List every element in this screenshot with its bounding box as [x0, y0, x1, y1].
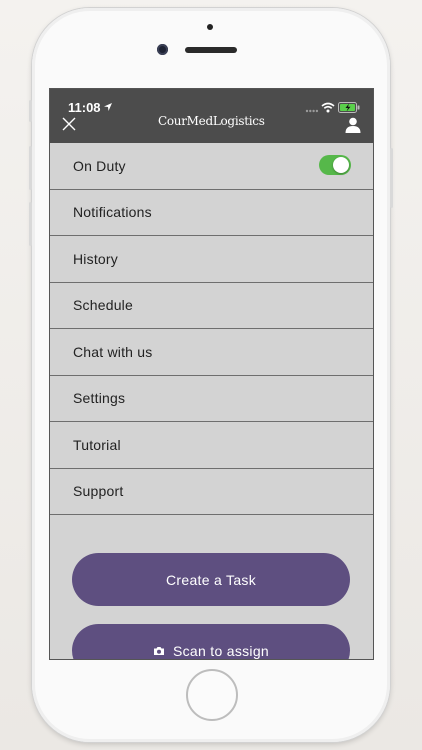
menu-item-on-duty[interactable]: On Duty	[50, 143, 373, 190]
scan-to-assign-button[interactable]: Scan to assign	[72, 624, 350, 659]
earpiece-speaker	[185, 47, 237, 53]
user-icon[interactable]	[345, 117, 361, 133]
toggle-knob	[333, 157, 349, 173]
power-button	[390, 148, 393, 208]
menu-item-label: Settings	[73, 390, 126, 407]
app-logo: CourMedLogistics	[158, 114, 268, 132]
battery-charging-icon	[338, 102, 360, 113]
scan-to-assign-label: Scan to assign	[172, 642, 270, 659]
menu-item-label: Chat with us	[73, 343, 153, 360]
menu-item-label: On Duty	[73, 157, 126, 174]
front-camera	[157, 44, 168, 55]
create-task-button[interactable]: Create a Task	[72, 553, 350, 606]
volume-up-button	[29, 146, 32, 190]
menu-item-schedule[interactable]: Schedule	[50, 283, 373, 329]
create-task-label: Create a Task	[165, 571, 257, 588]
menu-item-support[interactable]: Support	[50, 469, 373, 515]
menu-item-label: Notifications	[73, 204, 152, 221]
mute-switch	[29, 100, 32, 122]
proximity-sensor	[207, 24, 213, 30]
app-header: 11:08 CourMedLogistics	[50, 89, 373, 143]
wifi-icon	[321, 102, 335, 113]
logo-text: CourMedLogistics	[158, 114, 265, 128]
close-icon[interactable]	[62, 117, 76, 131]
menu-item-notifications[interactable]: Notifications	[50, 190, 373, 236]
menu-list: On Duty Notifications History Schedule C…	[50, 143, 373, 515]
volume-down-button	[29, 202, 32, 246]
on-duty-toggle[interactable]	[319, 155, 351, 175]
home-button[interactable]	[186, 669, 238, 721]
location-arrow-icon	[104, 103, 112, 111]
menu-item-label: Schedule	[73, 297, 133, 314]
cellular-signal-icon	[305, 109, 319, 113]
camera-icon	[153, 646, 164, 655]
menu-item-chat[interactable]: Chat with us	[50, 329, 373, 376]
menu-item-label: History	[73, 250, 118, 267]
menu-item-label: Support	[73, 483, 124, 500]
menu-item-history[interactable]: History	[50, 236, 373, 283]
menu-item-tutorial[interactable]: Tutorial	[50, 422, 373, 469]
menu-item-label: Tutorial	[73, 436, 121, 453]
menu-item-settings[interactable]: Settings	[50, 376, 373, 422]
status-time: 11:08	[68, 100, 101, 115]
app-screen: 11:08 CourMedLogistics On Duty Notificat…	[49, 88, 374, 660]
